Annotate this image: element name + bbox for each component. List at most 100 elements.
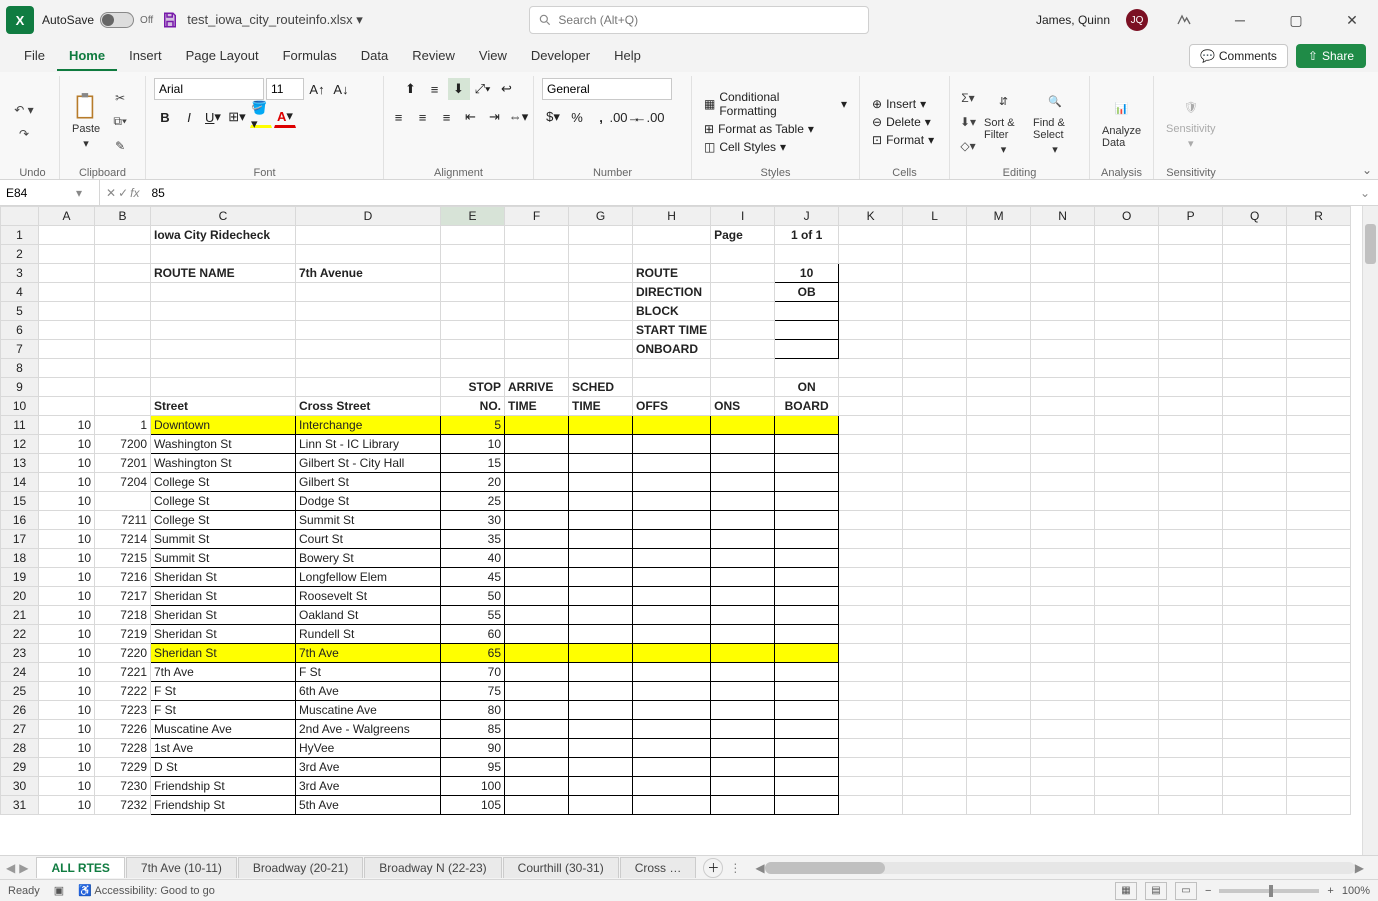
cell[interactable] — [839, 302, 903, 321]
cell[interactable] — [903, 454, 967, 473]
cell[interactable] — [1095, 530, 1159, 549]
cell[interactable] — [967, 530, 1031, 549]
ribbon-tab-view[interactable]: View — [467, 42, 519, 71]
align-bottom-button[interactable]: ⬇ — [448, 78, 470, 100]
cell[interactable]: 10 — [39, 511, 95, 530]
cell[interactable] — [839, 378, 903, 397]
row-header[interactable]: 20 — [1, 587, 39, 606]
cell[interactable] — [95, 397, 151, 416]
cell[interactable]: 50 — [441, 587, 505, 606]
cell[interactable]: NO. — [441, 397, 505, 416]
cell[interactable] — [1095, 644, 1159, 663]
cell[interactable]: 10 — [39, 796, 95, 815]
sheet-nav-next-icon[interactable]: ▶ — [19, 861, 28, 875]
cell[interactable] — [711, 435, 775, 454]
cell[interactable] — [1159, 739, 1223, 758]
cell[interactable] — [1287, 796, 1351, 815]
cell[interactable] — [775, 587, 839, 606]
cell[interactable]: BOARD — [775, 397, 839, 416]
cell[interactable] — [1095, 283, 1159, 302]
row-header[interactable]: 24 — [1, 663, 39, 682]
cell[interactable] — [1031, 226, 1095, 245]
cell[interactable] — [711, 644, 775, 663]
cell[interactable] — [903, 701, 967, 720]
cell[interactable]: 40 — [441, 549, 505, 568]
cell[interactable] — [505, 530, 569, 549]
cell[interactable] — [839, 587, 903, 606]
cell[interactable]: 90 — [441, 739, 505, 758]
row-header[interactable]: 31 — [1, 796, 39, 815]
cell[interactable] — [967, 454, 1031, 473]
column-header[interactable]: D — [296, 207, 441, 226]
cell[interactable] — [569, 454, 633, 473]
ribbon-tab-data[interactable]: Data — [349, 42, 400, 71]
increase-indent-button[interactable]: ⇥ — [484, 106, 506, 128]
cell[interactable] — [903, 549, 967, 568]
row-header[interactable]: 26 — [1, 701, 39, 720]
row-header[interactable]: 22 — [1, 625, 39, 644]
cell[interactable] — [967, 226, 1031, 245]
cell[interactable] — [903, 473, 967, 492]
row-header[interactable]: 28 — [1, 739, 39, 758]
cell[interactable] — [569, 625, 633, 644]
minimize-button[interactable]: ─ — [1220, 5, 1260, 35]
cell[interactable] — [151, 302, 296, 321]
row-header[interactable]: 19 — [1, 568, 39, 587]
cell[interactable] — [1287, 283, 1351, 302]
cell[interactable]: Sheridan St — [151, 606, 296, 625]
cell[interactable] — [711, 492, 775, 511]
cell[interactable] — [505, 625, 569, 644]
cell[interactable]: 25 — [441, 492, 505, 511]
cell[interactable] — [967, 378, 1031, 397]
cell[interactable] — [1223, 454, 1287, 473]
cell[interactable]: 7229 — [95, 758, 151, 777]
cell[interactable] — [967, 587, 1031, 606]
cell[interactable]: 7217 — [95, 587, 151, 606]
copy-button[interactable]: ⧉▾ — [110, 112, 130, 132]
cell[interactable] — [633, 739, 711, 758]
cell[interactable] — [1031, 340, 1095, 359]
horizontal-scrollbar[interactable]: ◀▶ — [747, 861, 1372, 875]
cell[interactable] — [967, 758, 1031, 777]
cell[interactable] — [39, 302, 95, 321]
cell[interactable] — [711, 302, 775, 321]
cell[interactable] — [39, 321, 95, 340]
cell[interactable]: Court St — [296, 530, 441, 549]
align-right-button[interactable]: ≡ — [436, 106, 458, 128]
cell[interactable] — [903, 511, 967, 530]
cell[interactable] — [839, 454, 903, 473]
cell[interactable] — [775, 663, 839, 682]
cell[interactable]: ARRIVE — [505, 378, 569, 397]
cell[interactable] — [1095, 606, 1159, 625]
cell[interactable]: 10 — [39, 568, 95, 587]
cell[interactable] — [967, 777, 1031, 796]
cell[interactable]: 7200 — [95, 435, 151, 454]
cell[interactable]: 7th Ave — [296, 644, 441, 663]
cell[interactable] — [839, 397, 903, 416]
cell[interactable] — [633, 245, 711, 264]
cell[interactable] — [1159, 397, 1223, 416]
cell[interactable] — [1031, 758, 1095, 777]
format-as-table-button[interactable]: ⊞ Format as Table ▾ — [700, 121, 851, 137]
cell[interactable] — [633, 758, 711, 777]
cell[interactable] — [39, 397, 95, 416]
cell[interactable] — [1287, 454, 1351, 473]
cell[interactable] — [839, 511, 903, 530]
decrease-indent-button[interactable]: ⇤ — [460, 106, 482, 128]
normal-view-button[interactable]: ▦ — [1115, 882, 1137, 900]
row-header[interactable]: 8 — [1, 359, 39, 378]
align-center-button[interactable]: ≡ — [412, 106, 434, 128]
cell[interactable]: Page — [711, 226, 775, 245]
cell[interactable] — [1031, 587, 1095, 606]
sheet-tab[interactable]: 7th Ave (10-11) — [126, 857, 237, 878]
cell[interactable]: Iowa City Ridecheck — [151, 226, 296, 245]
row-header[interactable]: 4 — [1, 283, 39, 302]
cell[interactable] — [1159, 777, 1223, 796]
cell[interactable]: BLOCK — [633, 302, 711, 321]
cell[interactable] — [1223, 701, 1287, 720]
cell[interactable] — [1223, 226, 1287, 245]
analyze-data-button[interactable]: 📊Analyze Data — [1098, 93, 1145, 151]
cell[interactable] — [903, 739, 967, 758]
cell[interactable] — [1223, 378, 1287, 397]
row-header[interactable]: 1 — [1, 226, 39, 245]
